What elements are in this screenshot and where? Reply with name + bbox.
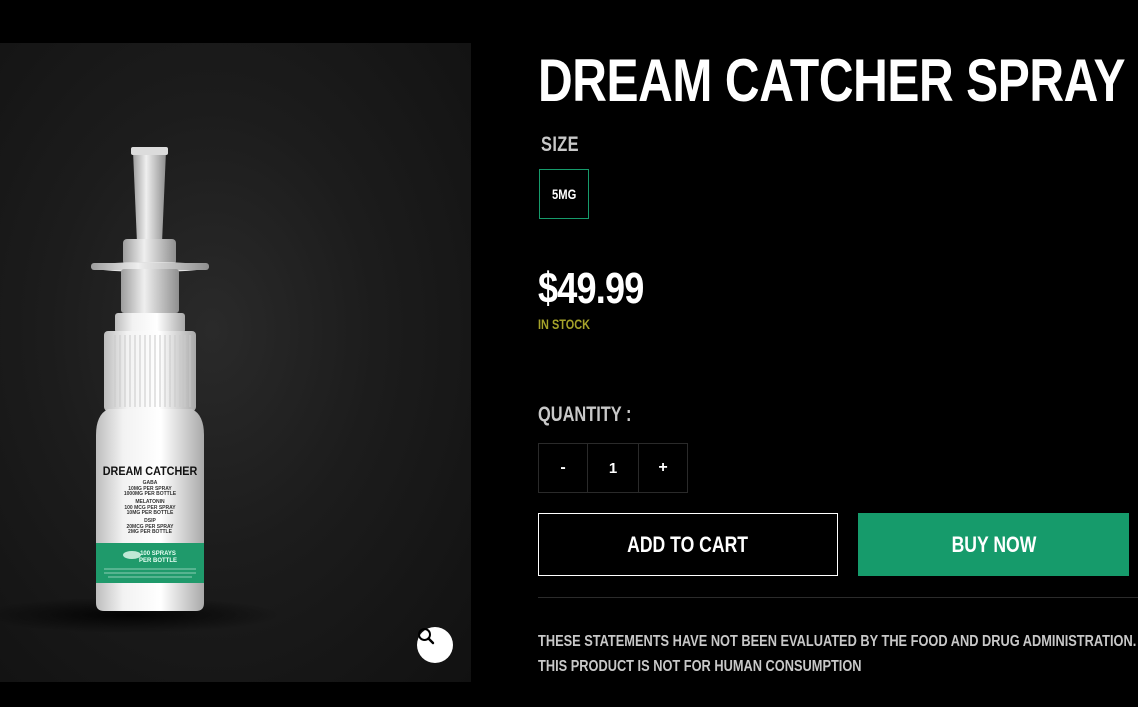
quantity-decrement-button[interactable]: - [538,443,588,493]
svg-text:1000MG PER BOTTLE: 1000MG PER BOTTLE [124,491,177,497]
size-option-label: 5MG [551,186,577,202]
svg-text:10MG PER BOTTLE: 10MG PER BOTTLE [127,510,174,516]
svg-text:DREAM CATCHER: DREAM CATCHER [103,466,198,479]
quantity-input-wrapper [588,443,638,493]
fda-disclaimer: THESE STATEMENTS HAVE NOT BEEN EVALUATED… [538,633,1137,675]
size-label: SIZE [541,133,579,156]
magnifier-icon [418,628,435,645]
svg-text:2MG PER BOTTLE: 2MG PER BOTTLE [128,529,173,535]
quantity-input[interactable] [589,444,637,492]
add-to-cart-label: ADD TO CART [627,531,749,557]
size-option-5mg[interactable]: 5MG [539,169,589,219]
divider [538,597,1138,598]
product-title: DREAM CATCHER SPRAY [538,47,1126,114]
svg-text:100 SPRAYS: 100 SPRAYS [140,551,176,557]
svg-text:PER BOTTLE: PER BOTTLE [139,558,177,564]
product-price: $49.99 [538,264,644,313]
product-image[interactable]: DREAM CATCHER GABA 10MG PER SPRAY 1000MG… [0,43,471,682]
buy-now-button[interactable]: BUY NOW [858,513,1129,576]
stock-status: IN STOCK [538,316,590,332]
add-to-cart-button[interactable]: ADD TO CART [538,513,838,576]
zoom-button[interactable] [417,627,453,663]
spray-bottle-image: DREAM CATCHER GABA 10MG PER SPRAY 1000MG… [0,147,280,633]
buy-now-label: BUY NOW [951,531,1036,557]
quantity-label: QUANTITY : [538,403,632,426]
quantity-increment-button[interactable]: + [638,443,688,493]
